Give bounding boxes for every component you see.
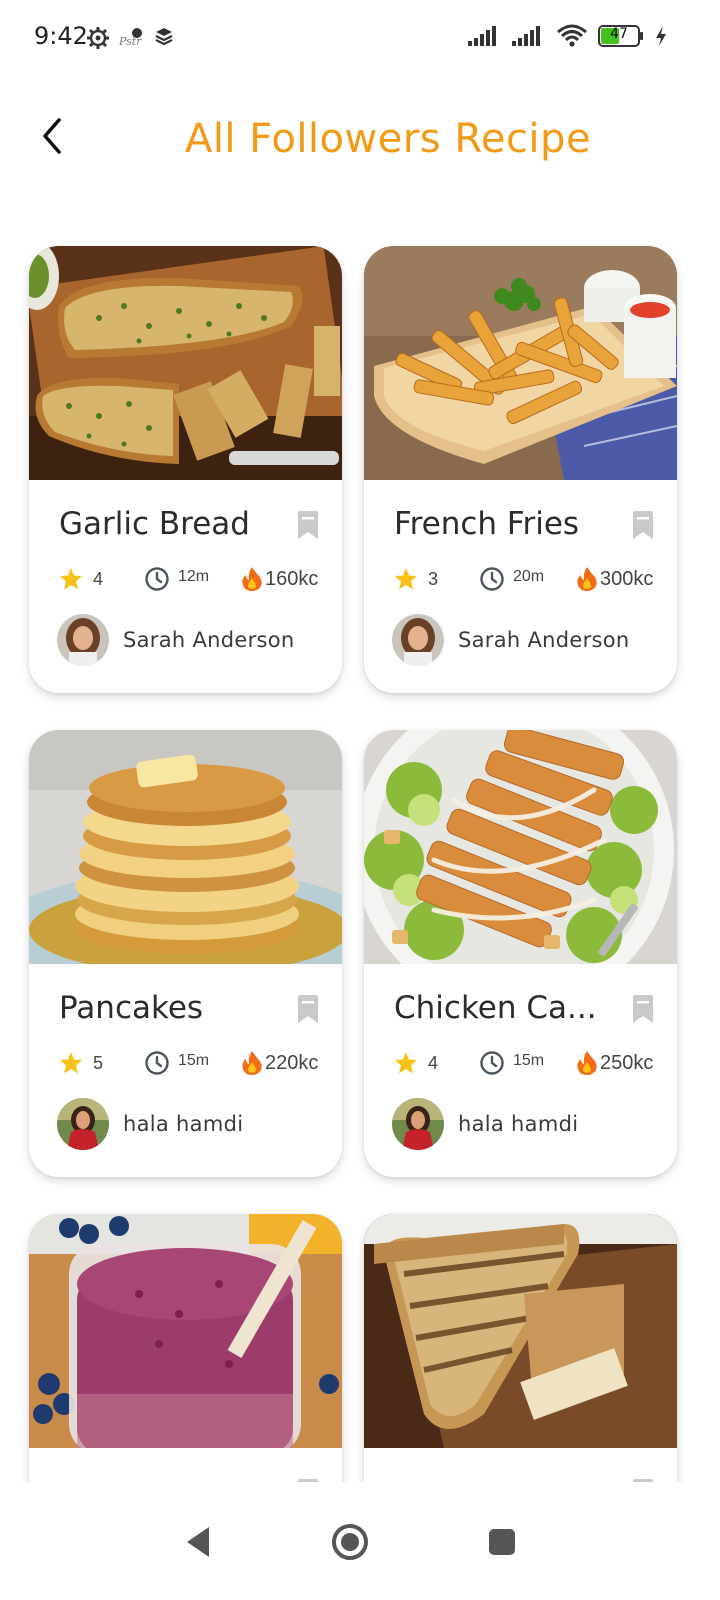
bookmark-icon[interactable] [296,510,320,540]
fire-icon [577,567,597,591]
recipe-grid-viewport[interactable]: Garlic Bread 4 12m 160kc Sarah Anderson … [0,232,720,1482]
recipe-meta: 4 15m 250kc [394,1048,663,1078]
recipe-card-body [29,1448,342,1482]
recipe-card-body: Pancakes 5 15m 220kc hala hamdi [29,964,342,1177]
cook-time: 20m [479,566,576,592]
rating-value: 4 [428,1052,439,1073]
recipe-meta: 5 15m 220kc [59,1048,328,1078]
signal-icon [468,26,496,46]
home-circle-icon [332,1524,368,1560]
rating: 4 [394,1051,479,1075]
avatar [57,1098,109,1150]
recipe-card-body: Garlic Bread 4 12m 160kc Sarah Anderson [29,480,342,693]
fire-icon [577,1051,597,1075]
clock-icon [480,1051,504,1075]
recipe-card-body [364,1448,677,1482]
cook-time: 12m [144,566,241,592]
recipe-card[interactable] [29,1214,342,1482]
author-name: hala hamdi [123,1112,244,1136]
back-triangle-icon [187,1527,209,1557]
author[interactable]: hala hamdi [57,1098,243,1150]
system-nav-bar [0,1482,720,1600]
rating: 4 [59,567,144,591]
avatar [57,614,109,666]
recipe-meta: 4 12m 160kc [59,564,328,594]
clock-icon [480,567,504,591]
recipe-card[interactable]: Pancakes 5 15m 220kc hala hamdi [29,730,342,1177]
clock-icon [145,567,169,591]
recipe-card-body: French Fries 3 20m 300kc Sarah Anderson [364,480,677,693]
cook-time: 15m [144,1050,241,1076]
signal-icon [512,26,540,46]
recipe-meta: 3 20m 300kc [394,564,663,594]
calories-value: 160kc [265,567,319,590]
calories-value: 220kc [265,1051,319,1074]
time-value: 12m [178,568,210,585]
author[interactable]: hala hamdi [392,1098,578,1150]
author[interactable]: Sarah Anderson [57,614,295,666]
recipe-image [364,246,677,480]
time-value: 15m [513,1052,545,1069]
settings-gear-icon [87,27,109,49]
clock-icon [145,1051,169,1075]
nav-home-button[interactable] [320,1512,380,1572]
avatar [392,614,444,666]
recipe-image [364,730,677,964]
rating: 5 [59,1051,144,1075]
status-bar: 9:42 Pstr 47 [0,0,720,76]
recents-square-icon [489,1529,515,1555]
battery-icon: 47 [598,25,644,47]
fire-icon [242,567,262,591]
status-time: 9:42 [34,22,88,50]
star-icon [395,1052,417,1074]
recipe-title: Pancakes [59,990,204,1026]
nav-recents-button[interactable] [472,1512,532,1572]
charging-bolt-icon [656,26,666,46]
recipe-image [29,246,342,480]
nav-back-button[interactable] [168,1512,228,1572]
recipe-card[interactable] [364,1214,677,1482]
author[interactable]: Sarah Anderson [392,614,630,666]
rating-value: 4 [93,568,104,589]
recipe-title: French Fries [394,506,580,542]
bookmark-icon[interactable] [631,510,655,540]
recipe-grid: Garlic Bread 4 12m 160kc Sarah Anderson … [29,246,679,1482]
rating-value: 5 [93,1052,104,1073]
recipe-card[interactable]: Garlic Bread 4 12m 160kc Sarah Anderson [29,246,342,693]
layers-icon [155,28,173,46]
calories-value: 300kc [600,567,654,590]
calories-value: 250kc [600,1051,654,1074]
star-icon [60,568,82,590]
author-name: Sarah Anderson [458,628,630,652]
page-title: All Followers Recipe [184,116,592,162]
recipe-image [29,730,342,964]
avatar [392,1098,444,1150]
recipe-card[interactable]: Chicken Ca... 4 15m 250kc hala hamdi [364,730,677,1177]
recipe-title: Chicken Ca... [394,990,597,1026]
recipe-card[interactable]: French Fries 3 20m 300kc Sarah Anderson [364,246,677,693]
calories: 300kc [576,566,653,592]
calories: 160kc [241,566,318,592]
fire-icon [242,1051,262,1075]
star-icon [395,568,417,590]
author-name: hala hamdi [458,1112,579,1136]
author-name: Sarah Anderson [123,628,295,652]
battery-level: 47 [610,26,628,42]
cook-time: 15m [479,1050,576,1076]
recipe-card-body: Chicken Ca... 4 15m 250kc hala hamdi [364,964,677,1177]
calories: 220kc [241,1050,318,1076]
app-notification-icon: Pstr [118,28,142,48]
recipe-image [364,1214,677,1448]
star-icon [60,1052,82,1074]
time-value: 20m [513,568,545,585]
wifi-icon [557,24,587,47]
rating-value: 3 [428,568,439,589]
recipe-title: Garlic Bread [59,506,250,542]
rating: 3 [394,567,479,591]
bookmark-icon[interactable] [631,994,655,1024]
calories: 250kc [576,1050,653,1076]
bookmark-icon[interactable] [296,994,320,1024]
time-value: 15m [178,1052,210,1069]
recipe-image [29,1214,342,1448]
